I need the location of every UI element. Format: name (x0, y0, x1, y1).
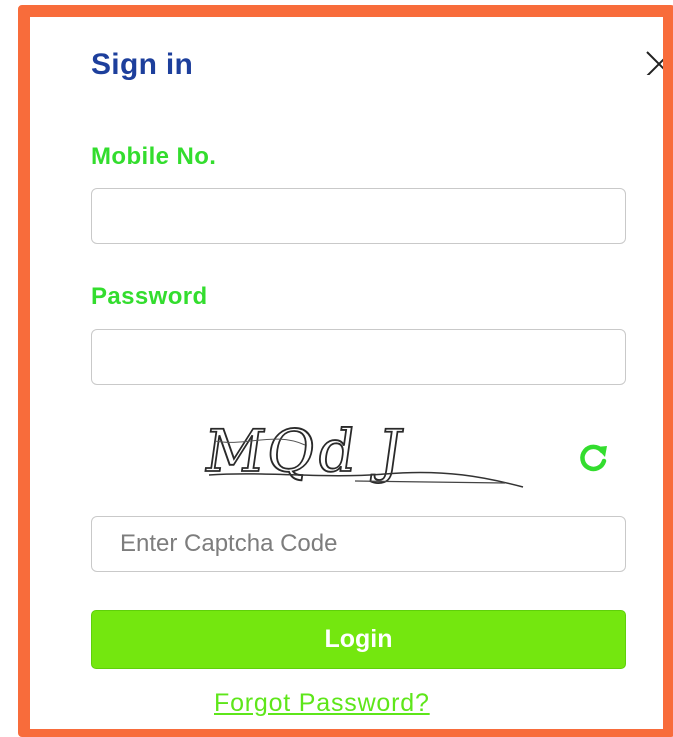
close-icon (646, 51, 663, 75)
captcha-input[interactable] (91, 516, 626, 572)
mobile-input[interactable] (91, 188, 626, 244)
mobile-label: Mobile No. (91, 143, 217, 170)
sign-in-frame: Sign in Mobile No. Password MQd J Enter … (18, 5, 673, 737)
dialog-title: Sign in (91, 48, 194, 81)
refresh-icon (580, 444, 607, 472)
login-button[interactable]: Login (91, 610, 626, 669)
password-input[interactable] (91, 329, 626, 385)
captcha-refresh-button[interactable] (577, 442, 609, 474)
sign-in-dialog: Sign in Mobile No. Password MQd J Enter … (30, 17, 663, 729)
password-label: Password (91, 283, 208, 310)
captcha-noise-lines (208, 438, 524, 488)
captcha-image: MQd J (199, 416, 525, 495)
close-button[interactable] (637, 45, 663, 75)
forgot-password-link[interactable]: Forgot Password? (214, 689, 430, 718)
